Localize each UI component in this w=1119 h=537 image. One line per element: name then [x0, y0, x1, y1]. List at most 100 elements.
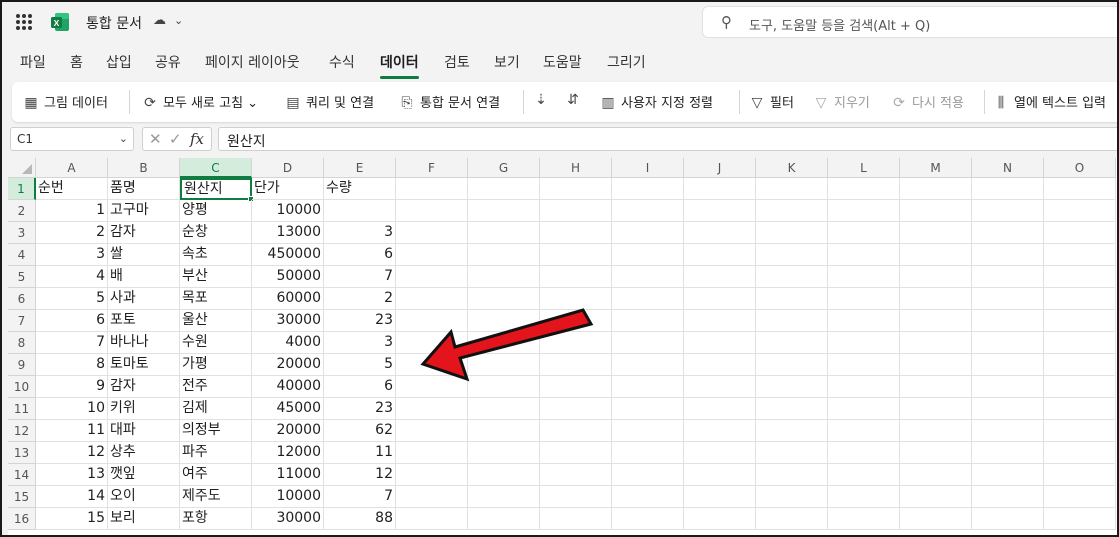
tab-review[interactable]: 검토: [444, 52, 470, 72]
cell-a9[interactable]: 8: [36, 354, 108, 376]
cell-h1[interactable]: [540, 178, 612, 200]
cell-e9[interactable]: 5: [324, 354, 396, 376]
cell-a3[interactable]: 2: [36, 222, 108, 244]
cell-m6[interactable]: [900, 288, 972, 310]
cell-h16[interactable]: [540, 508, 612, 530]
cell-e8[interactable]: 3: [324, 332, 396, 354]
cell-d4[interactable]: 450000: [252, 244, 324, 266]
column-header-h[interactable]: H: [540, 158, 612, 178]
cell-d13[interactable]: 12000: [252, 442, 324, 464]
cell-g1[interactable]: [468, 178, 540, 200]
cell-j11[interactable]: [684, 398, 756, 420]
row-header-2[interactable]: 2: [8, 200, 36, 222]
text-to-columns-button[interactable]: ⫼ 열에 텍스트 입력: [992, 92, 1106, 111]
cell-l12[interactable]: [828, 420, 900, 442]
cell-c1[interactable]: 원산지: [180, 178, 252, 200]
formula-input[interactable]: 원산지: [218, 127, 1117, 151]
cell-j10[interactable]: [684, 376, 756, 398]
cell-j3[interactable]: [684, 222, 756, 244]
cell-j1[interactable]: [684, 178, 756, 200]
cell-c4[interactable]: 속초: [180, 244, 252, 266]
cell-a16[interactable]: 15: [36, 508, 108, 530]
row-header-14[interactable]: 14: [8, 464, 36, 486]
cell-c9[interactable]: 가평: [180, 354, 252, 376]
row-header-12[interactable]: 12: [8, 420, 36, 442]
cell-f14[interactable]: [396, 464, 468, 486]
cell-h5[interactable]: [540, 266, 612, 288]
row-header-10[interactable]: 10: [8, 376, 36, 398]
column-header-e[interactable]: E: [324, 158, 396, 178]
cell-j14[interactable]: [684, 464, 756, 486]
cell-f11[interactable]: [396, 398, 468, 420]
cell-h4[interactable]: [540, 244, 612, 266]
cell-k14[interactable]: [756, 464, 828, 486]
cell-b7[interactable]: 포토: [108, 310, 180, 332]
cell-k10[interactable]: [756, 376, 828, 398]
cell-o15[interactable]: [1044, 486, 1116, 508]
cell-l2[interactable]: [828, 200, 900, 222]
cell-o6[interactable]: [1044, 288, 1116, 310]
cell-a4[interactable]: 3: [36, 244, 108, 266]
cell-m2[interactable]: [900, 200, 972, 222]
cell-d7[interactable]: 30000: [252, 310, 324, 332]
cell-m5[interactable]: [900, 266, 972, 288]
cell-d15[interactable]: 10000: [252, 486, 324, 508]
cell-d6[interactable]: 60000: [252, 288, 324, 310]
cell-m14[interactable]: [900, 464, 972, 486]
cell-k9[interactable]: [756, 354, 828, 376]
cell-k4[interactable]: [756, 244, 828, 266]
cell-l4[interactable]: [828, 244, 900, 266]
cell-n2[interactable]: [972, 200, 1044, 222]
row-header-16[interactable]: 16: [8, 508, 36, 530]
column-header-i[interactable]: I: [612, 158, 684, 178]
cell-i7[interactable]: [612, 310, 684, 332]
cell-d9[interactable]: 20000: [252, 354, 324, 376]
workbook-links-button[interactable]: ⎘ 통합 문서 연결: [398, 92, 500, 111]
cell-e6[interactable]: 2: [324, 288, 396, 310]
cell-i3[interactable]: [612, 222, 684, 244]
column-header-n[interactable]: N: [972, 158, 1044, 178]
cell-n12[interactable]: [972, 420, 1044, 442]
cell-i11[interactable]: [612, 398, 684, 420]
reapply-button[interactable]: ⟳ 다시 적용: [890, 92, 964, 111]
column-header-m[interactable]: M: [900, 158, 972, 178]
cell-d14[interactable]: 11000: [252, 464, 324, 486]
cell-l13[interactable]: [828, 442, 900, 464]
tab-draw[interactable]: 그리기: [607, 52, 646, 72]
cell-j4[interactable]: [684, 244, 756, 266]
row-header-15[interactable]: 15: [8, 486, 36, 508]
cell-c15[interactable]: 제주도: [180, 486, 252, 508]
tab-data[interactable]: 데이터: [380, 52, 419, 79]
cell-n7[interactable]: [972, 310, 1044, 332]
clear-filter-button[interactable]: ▽ 지우기: [812, 92, 870, 111]
cell-n4[interactable]: [972, 244, 1044, 266]
cell-m12[interactable]: [900, 420, 972, 442]
chevron-down-icon[interactable]: ⌄: [119, 132, 128, 145]
cell-e5[interactable]: 7: [324, 266, 396, 288]
cell-n13[interactable]: [972, 442, 1044, 464]
sort-descending-button[interactable]: ⇵: [564, 92, 586, 108]
cell-b10[interactable]: 감자: [108, 376, 180, 398]
cell-c5[interactable]: 부산: [180, 266, 252, 288]
select-all-corner[interactable]: [8, 158, 36, 178]
cell-d1[interactable]: 단가: [252, 178, 324, 200]
row-header-3[interactable]: 3: [8, 222, 36, 244]
cell-a5[interactable]: 4: [36, 266, 108, 288]
cell-k2[interactable]: [756, 200, 828, 222]
cell-n6[interactable]: [972, 288, 1044, 310]
cell-m11[interactable]: [900, 398, 972, 420]
cell-l5[interactable]: [828, 266, 900, 288]
cell-c11[interactable]: 김제: [180, 398, 252, 420]
cell-j12[interactable]: [684, 420, 756, 442]
cell-k1[interactable]: [756, 178, 828, 200]
cell-d11[interactable]: 45000: [252, 398, 324, 420]
cell-i9[interactable]: [612, 354, 684, 376]
cell-e15[interactable]: 7: [324, 486, 396, 508]
cell-o8[interactable]: [1044, 332, 1116, 354]
cell-i16[interactable]: [612, 508, 684, 530]
cell-l10[interactable]: [828, 376, 900, 398]
cell-f15[interactable]: [396, 486, 468, 508]
cell-b14[interactable]: 깻잎: [108, 464, 180, 486]
cell-n5[interactable]: [972, 266, 1044, 288]
cell-i4[interactable]: [612, 244, 684, 266]
